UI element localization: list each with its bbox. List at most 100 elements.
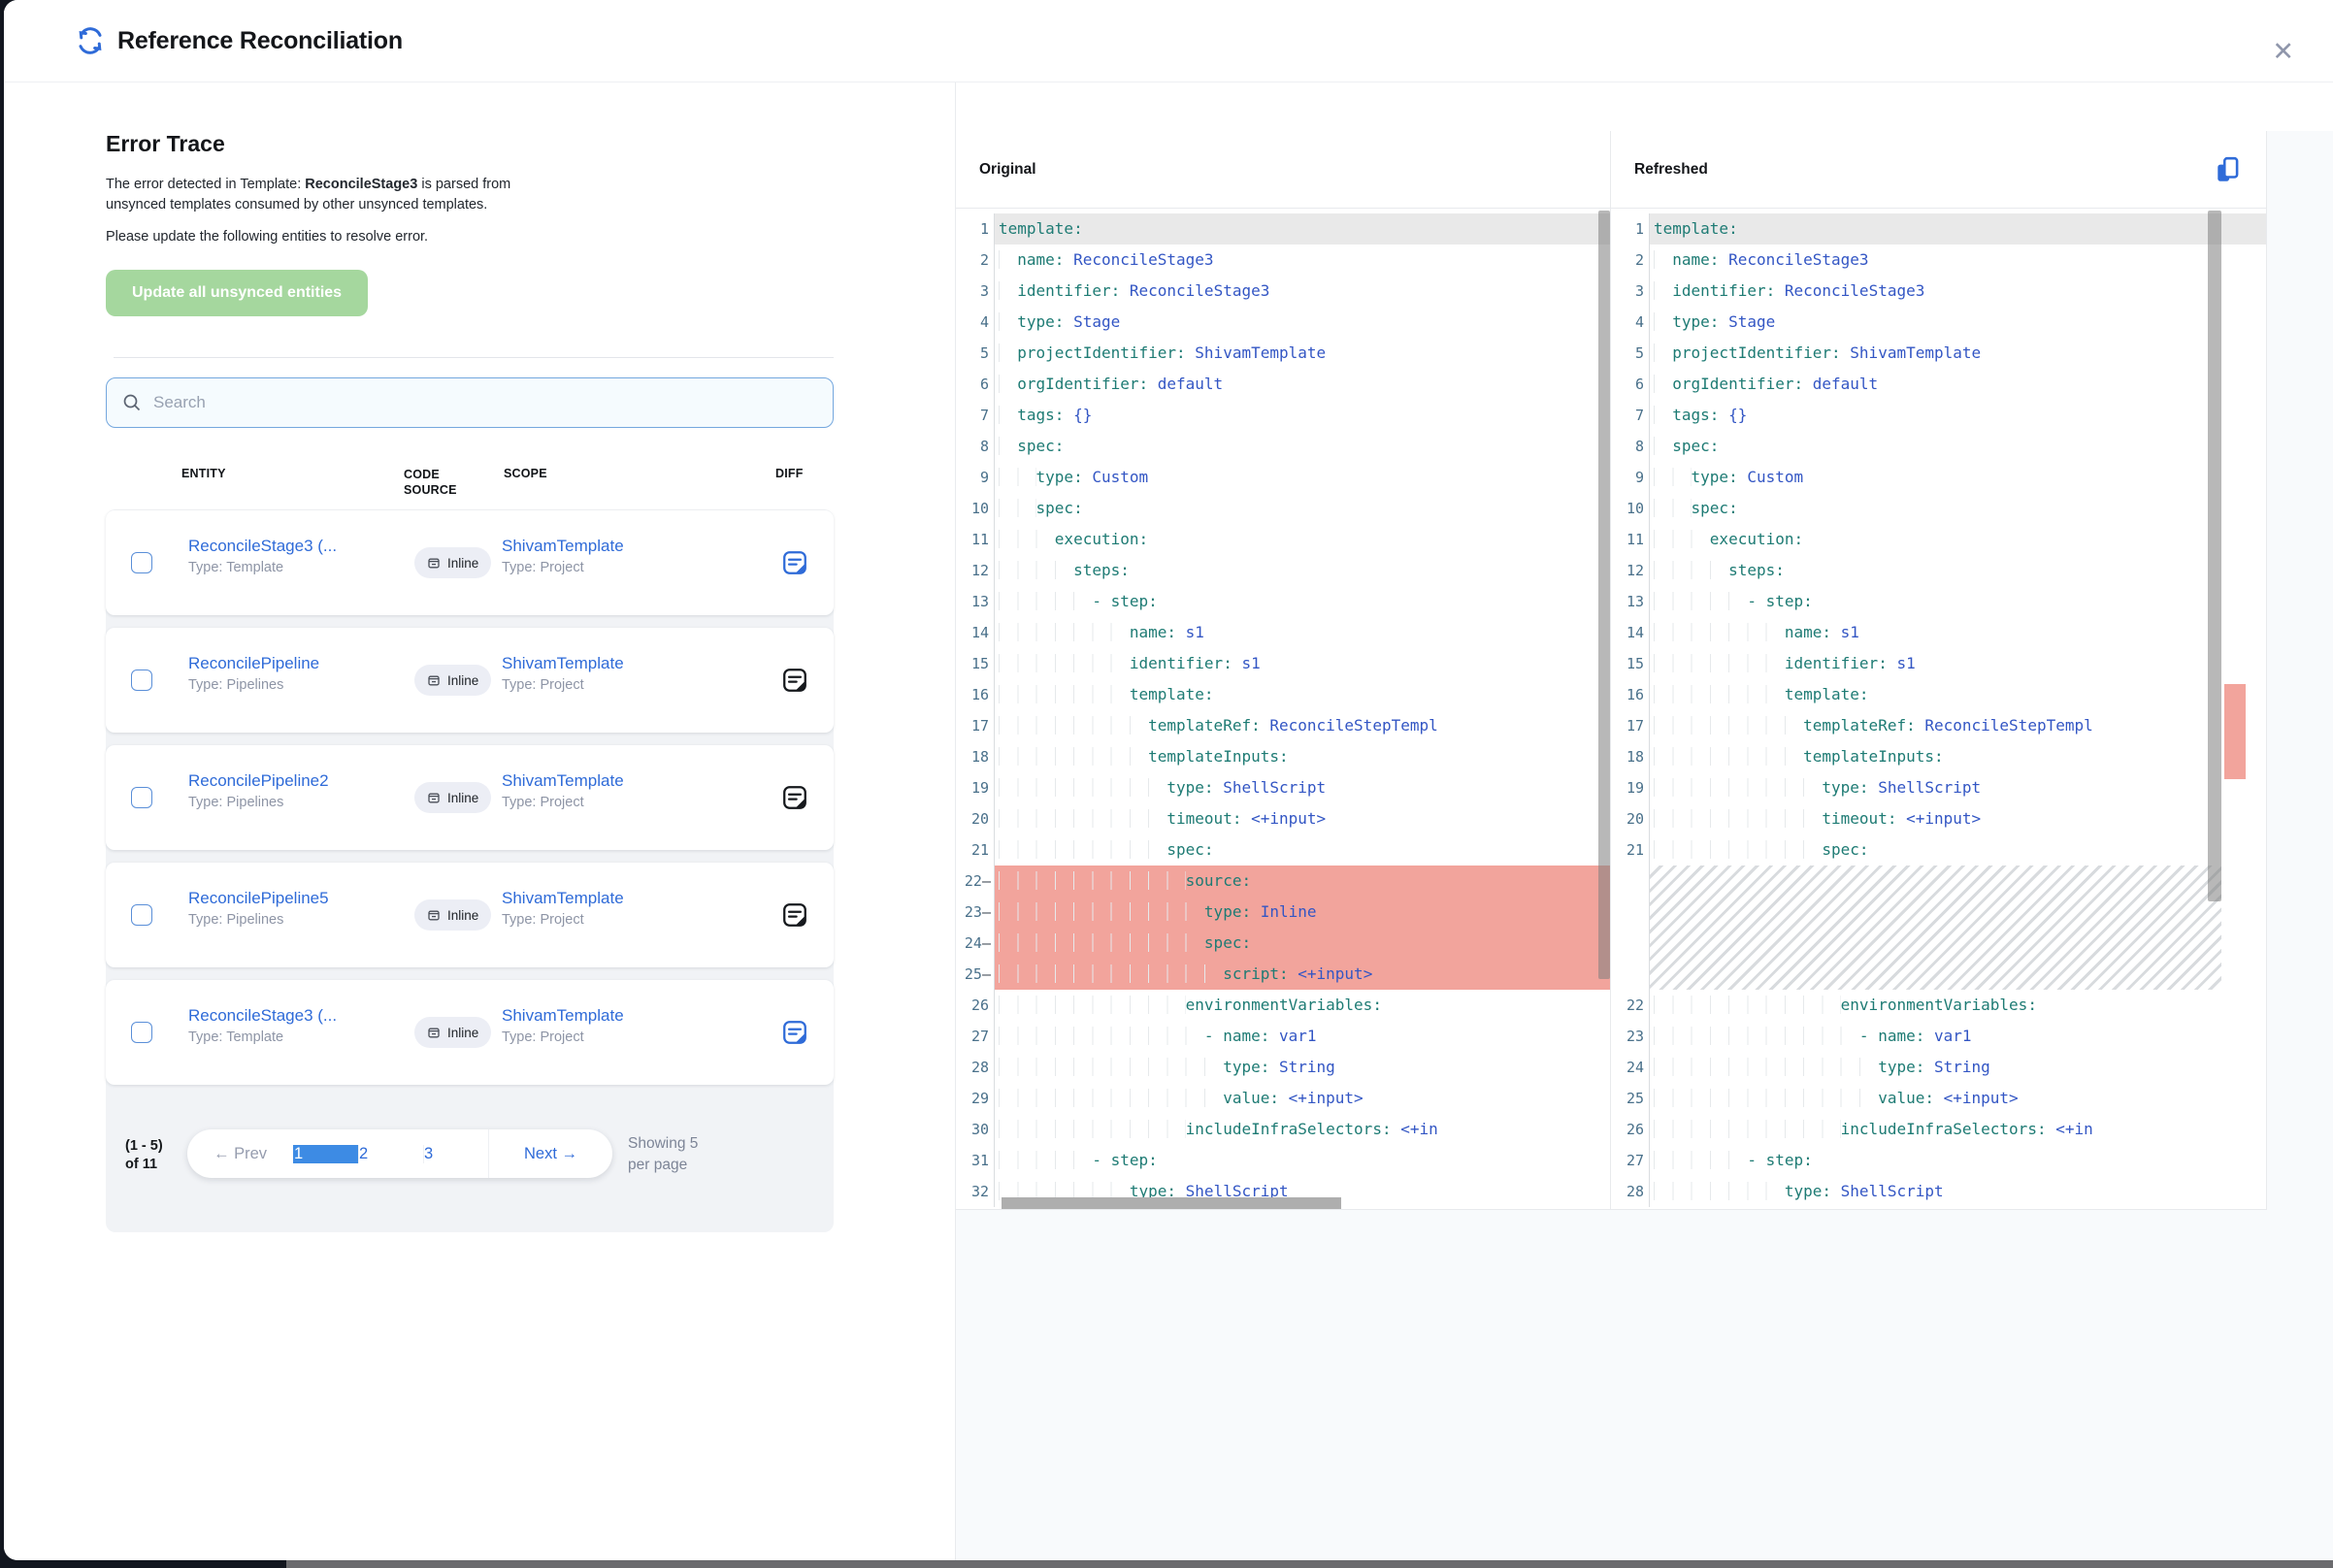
entity-type: Type: Pipelines <box>188 795 329 810</box>
code-line: 28 type: ShellScript <box>1611 1176 2266 1207</box>
line-number: 14 <box>956 617 995 648</box>
code-line: 29 value: <+input> <box>956 1083 1610 1114</box>
entity-cell: ReconcilePipeline2 Type: Pipelines <box>188 771 329 810</box>
line-number: 24 <box>1611 1052 1650 1083</box>
sync-icon <box>76 26 105 55</box>
prev-page-button[interactable]: ← Prev <box>187 1129 293 1178</box>
error-description: The error detected in Template: Reconcil… <box>106 175 550 215</box>
scope-link[interactable]: ShivamTemplate <box>502 1006 624 1026</box>
scope-link[interactable]: ShivamTemplate <box>502 654 624 673</box>
code-text: includeInfraSelectors: <+in <box>1650 1114 2266 1145</box>
update-all-unsynced-button[interactable]: Update all unsynced entities <box>106 270 368 316</box>
line-number: 24— <box>956 928 995 959</box>
refreshed-code-area[interactable]: 1template:2 name: ReconcileStage33 ident… <box>1611 209 2266 1210</box>
line-number: 18 <box>1611 741 1650 772</box>
code-text: projectIdentifier: ShivamTemplate <box>1650 338 2266 369</box>
entity-link[interactable]: ReconcilePipeline5 <box>188 889 329 908</box>
entity-link[interactable]: ReconcilePipeline2 <box>188 771 329 791</box>
table-row: ReconcilePipelineType: PipelinesInlineSh… <box>106 628 834 733</box>
original-code-area[interactable]: 1template:2 name: ReconcileStage33 ident… <box>956 209 1610 1210</box>
line-number: 10 <box>956 493 995 524</box>
diff-file-icon[interactable] <box>781 667 808 694</box>
code-line: 26 environmentVariables: <box>956 990 1610 1021</box>
row-checkbox[interactable] <box>131 552 152 573</box>
diff-file-icon[interactable] <box>781 901 808 929</box>
divider <box>114 357 834 358</box>
line-number: 17 <box>1611 710 1650 741</box>
line-number: 23— <box>956 897 995 928</box>
code-text: type: Stage <box>995 307 1610 338</box>
code-text: templateRef: ReconcileStepTempl <box>995 710 1610 741</box>
code-text: - step: <box>1650 586 2266 617</box>
code-text: template: <box>995 213 1610 245</box>
close-icon[interactable]: ✕ <box>2272 39 2294 65</box>
line-number: 14 <box>1611 617 1650 648</box>
line-number: 1 <box>1611 213 1650 245</box>
row-checkbox[interactable] <box>131 904 152 926</box>
code-line: 11 execution: <box>1611 524 2266 555</box>
line-number: 11 <box>1611 524 1650 555</box>
search-input[interactable] <box>153 393 817 412</box>
row-checkbox[interactable] <box>131 787 152 808</box>
line-number: 5 <box>956 338 995 369</box>
code-text: steps: <box>995 555 1610 586</box>
line-number: 18 <box>956 741 995 772</box>
entity-link[interactable]: ReconcileStage3 (... <box>188 537 337 556</box>
modal-header: Reference Reconciliation ✕ <box>4 0 2333 82</box>
horizontal-scrollbar-thumb[interactable] <box>1002 1197 1341 1209</box>
next-page-button[interactable]: Next → <box>488 1129 612 1178</box>
line-number: 8 <box>1611 431 1650 462</box>
page-button-1[interactable]: 1 <box>293 1145 358 1163</box>
page-button-2[interactable]: 2 <box>358 1145 423 1163</box>
line-number: 29 <box>956 1083 995 1114</box>
line-number: 30 <box>956 1114 995 1145</box>
line-number: 7 <box>956 400 995 431</box>
line-number: 4 <box>1611 307 1650 338</box>
vertical-scrollbar-thumb[interactable] <box>1598 211 1610 979</box>
row-checkbox[interactable] <box>131 670 152 691</box>
removed-gap-block <box>1611 866 2266 990</box>
code-line: 18 templateInputs: <box>1611 741 2266 772</box>
code-line: 22— source: <box>956 866 1610 897</box>
code-text: type: Stage <box>1650 307 2266 338</box>
diff-file-icon[interactable] <box>781 549 808 576</box>
scope-link[interactable]: ShivamTemplate <box>502 889 624 908</box>
line-number: 22— <box>956 866 995 897</box>
column-code-source: CODE SOURCE <box>404 467 466 498</box>
line-number: 6 <box>1611 369 1650 400</box>
diff-file-icon[interactable] <box>781 1019 808 1046</box>
diff-file-icon[interactable] <box>781 784 808 811</box>
code-text: tags: {} <box>995 400 1610 431</box>
scope-cell: ShivamTemplateType: Project <box>502 654 624 693</box>
code-line: 25 value: <+input> <box>1611 1083 2266 1114</box>
line-number: 31 <box>956 1145 995 1176</box>
code-line: 27 - name: var1 <box>956 1021 1610 1052</box>
per-page-label: Showing 5 per page <box>628 1129 704 1176</box>
pagination-range: (1 - 5) of 11 <box>125 1129 180 1174</box>
vertical-scrollbar-thumb[interactable] <box>2208 211 2221 901</box>
line-number: 12 <box>956 555 995 586</box>
code-text: timeout: <+input> <box>1650 803 2266 834</box>
line-number: 3 <box>956 276 995 307</box>
line-number: 15 <box>1611 648 1650 679</box>
line-number: 26 <box>956 990 995 1021</box>
scope-link[interactable]: ShivamTemplate <box>502 771 624 791</box>
code-text: type: String <box>995 1052 1610 1083</box>
code-text: spec: <box>995 834 1610 866</box>
scope-link[interactable]: ShivamTemplate <box>502 537 624 556</box>
line-number: 23 <box>1611 1021 1650 1052</box>
table-row: ReconcilePipeline5Type: PipelinesInlineS… <box>106 863 834 967</box>
code-text: spec: <box>1650 431 2266 462</box>
inline-store-icon <box>427 1026 441 1039</box>
entity-link[interactable]: ReconcilePipeline <box>188 654 319 673</box>
code-text: type: ShellScript <box>1650 1176 2266 1207</box>
copy-icon[interactable] <box>2214 155 2243 184</box>
row-checkbox[interactable] <box>131 1022 152 1043</box>
line-number: 19 <box>1611 772 1650 803</box>
code-line: 12 steps: <box>956 555 1610 586</box>
line-number: 2 <box>1611 245 1650 276</box>
code-text: environmentVariables: <box>1650 990 2266 1021</box>
line-number: 5 <box>1611 338 1650 369</box>
entity-link[interactable]: ReconcileStage3 (... <box>188 1006 337 1026</box>
page-button-3[interactable]: 3 <box>423 1145 488 1163</box>
